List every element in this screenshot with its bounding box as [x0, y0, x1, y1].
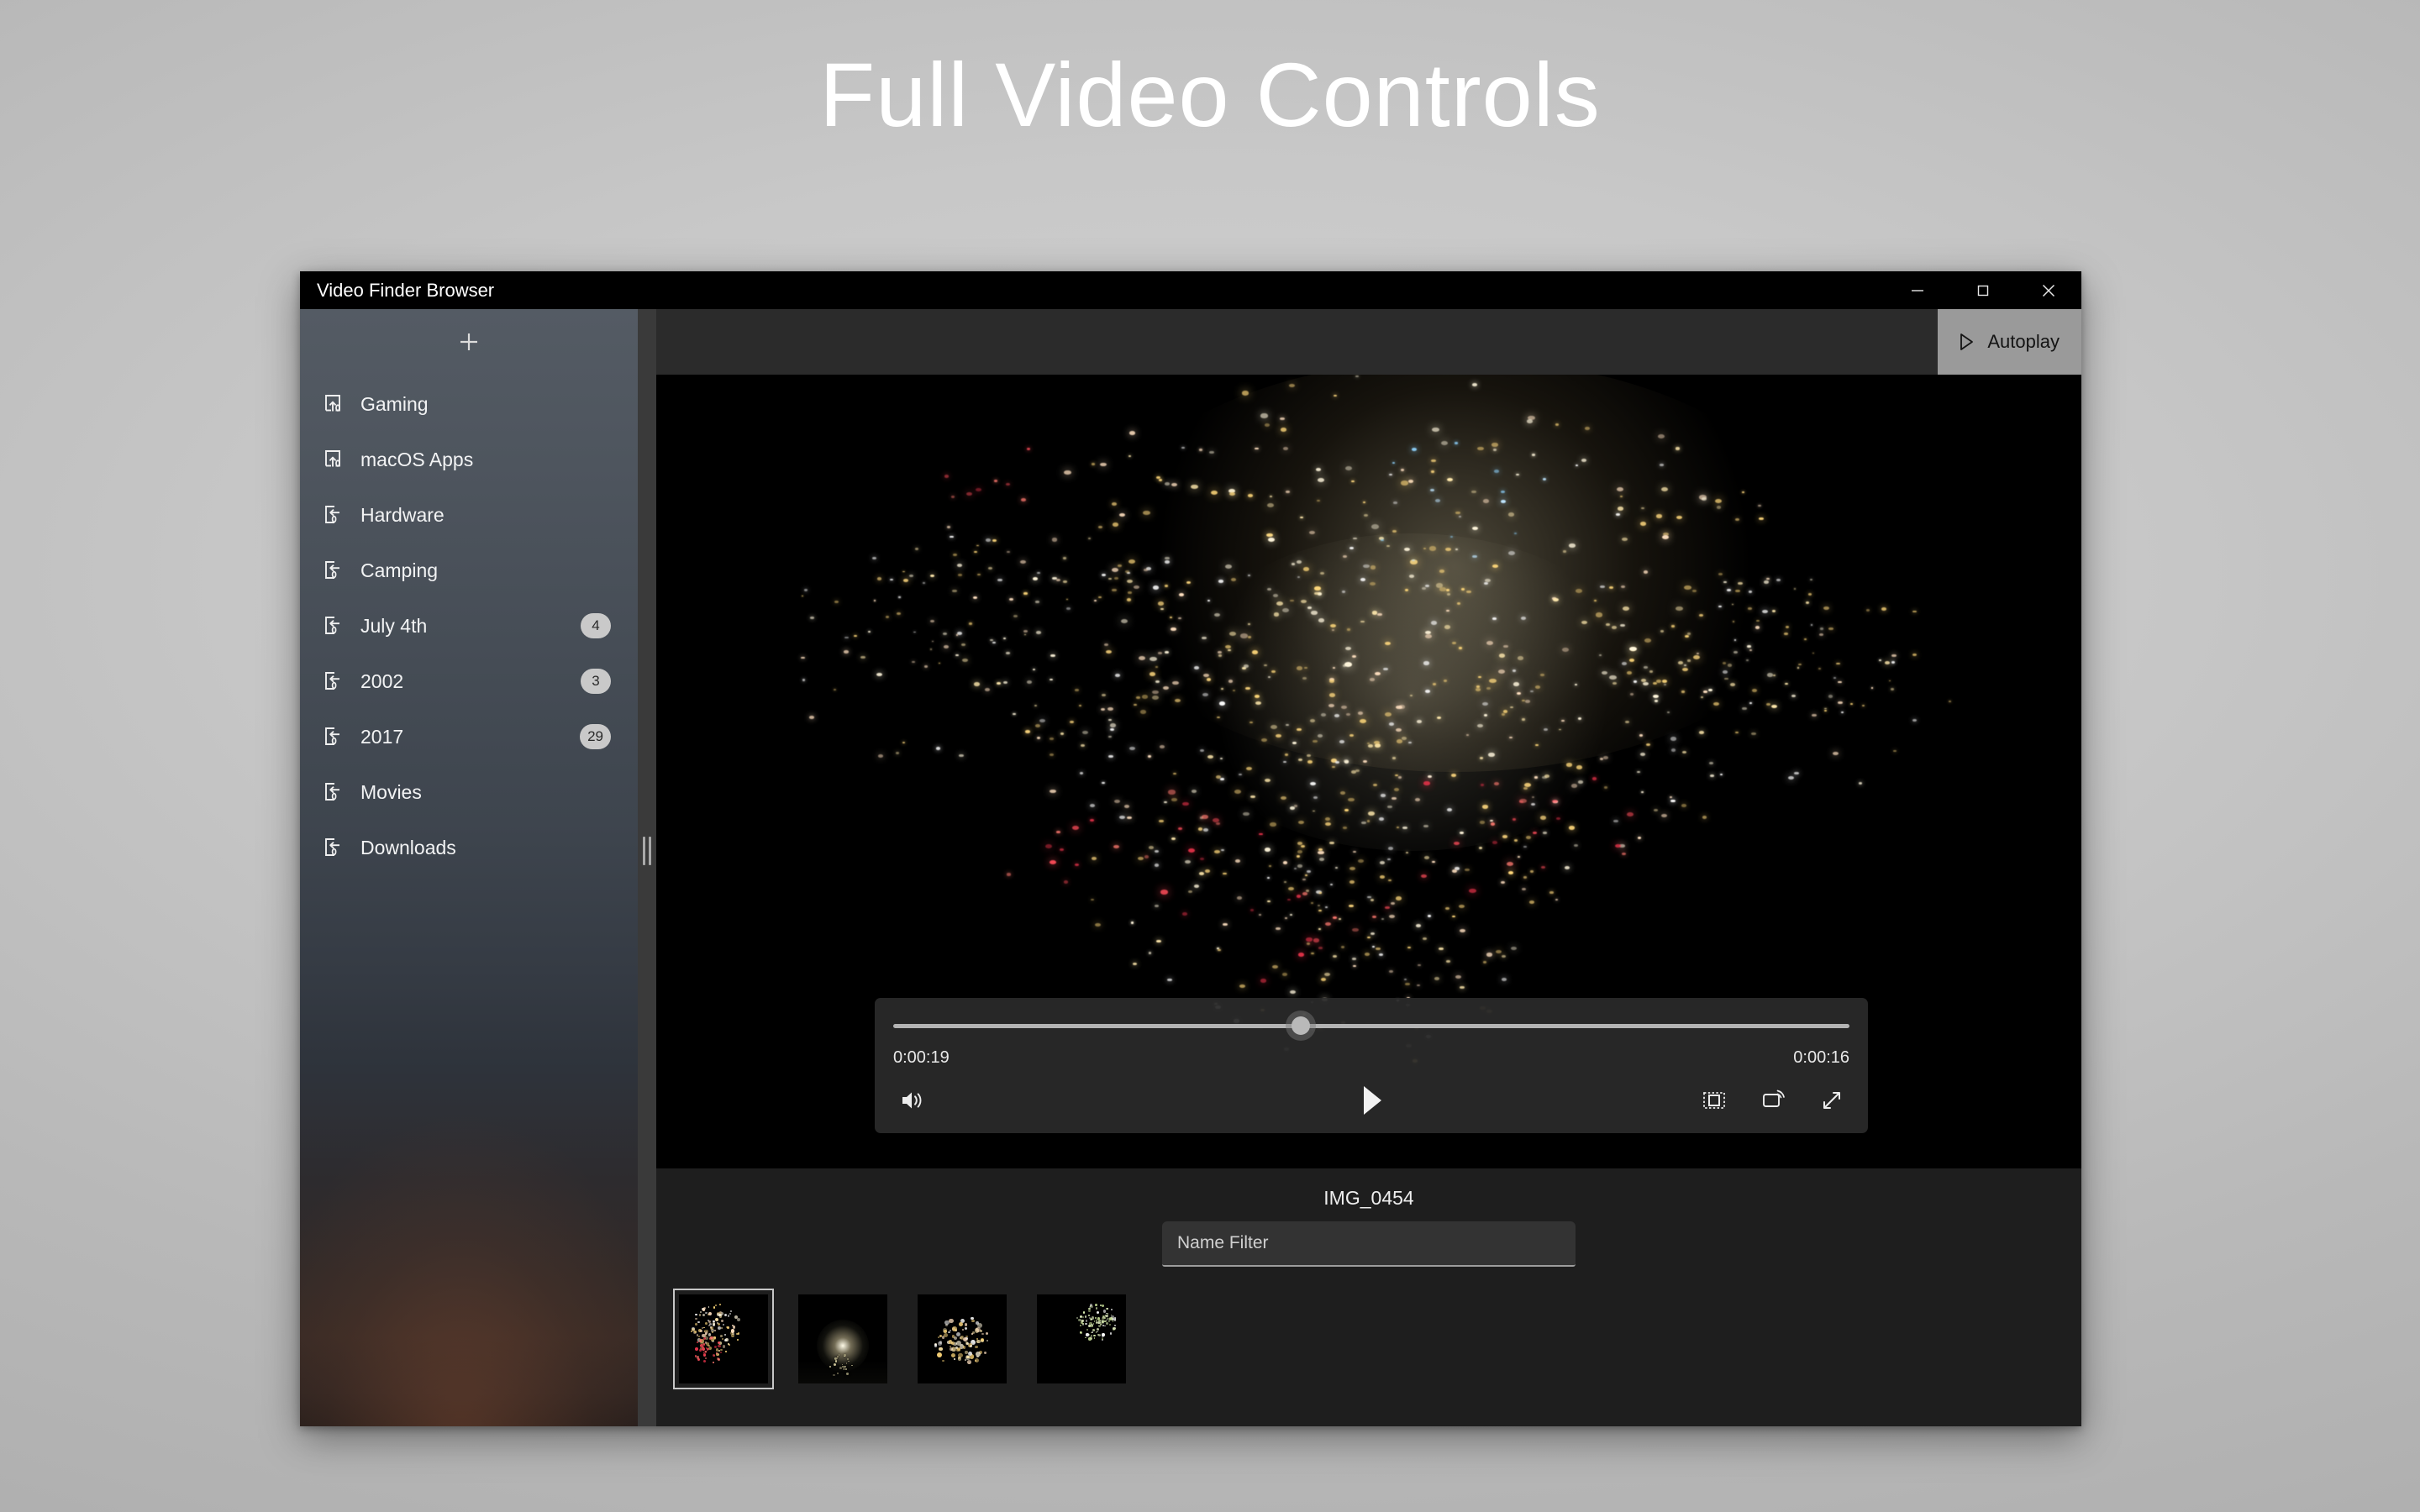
thumbnail-item[interactable] [673, 1289, 774, 1389]
thumbnail-item[interactable] [792, 1289, 893, 1389]
window-title: Video Finder Browser [317, 279, 495, 301]
sidebar-item-label: macOS Apps [360, 448, 474, 470]
sidebar-item-badge: 4 [581, 613, 611, 638]
main-panel: Autoplay 0:00:19 0:00:16 IMG_0454 Name F… [656, 309, 2081, 1426]
seek-thumb[interactable] [1291, 1016, 1310, 1035]
export-folder-icon [318, 445, 347, 474]
sidebar-item-label: Gaming [360, 392, 429, 415]
mini-player-button[interactable] [1697, 1083, 1732, 1118]
time-row: 0:00:19 0:00:16 [890, 1048, 1853, 1068]
window-controls [1885, 271, 2081, 309]
cast-button[interactable] [1755, 1083, 1791, 1118]
sidebar-item-2017[interactable]: 2017 29 [300, 709, 638, 764]
sidebar-item-july-4th[interactable]: July 4th 4 [300, 598, 638, 654]
sidebar-item-label: 2002 [360, 669, 404, 692]
sidebar-item-hardware[interactable]: Hardware [300, 487, 638, 543]
sidebar-item-gaming[interactable]: Gaming [300, 376, 638, 432]
title-bar: Video Finder Browser [300, 271, 2081, 309]
sidebar-item-movies[interactable]: Movies [300, 764, 638, 820]
plus-icon [460, 333, 477, 350]
sidebar-item-badge: 3 [581, 669, 611, 694]
minimize-button[interactable] [1885, 271, 1950, 309]
splitter-grip-icon [643, 837, 651, 865]
page-title: Full Video Controls [819, 44, 1601, 145]
current-time: 0:00:19 [893, 1048, 950, 1067]
import-folder-icon [318, 722, 347, 751]
minimize-icon [1912, 289, 1923, 291]
autoplay-label: Autoplay [1987, 331, 2060, 352]
sidebar-item-2002[interactable]: 2002 3 [300, 654, 638, 709]
thumbnail-item[interactable] [1031, 1289, 1132, 1389]
autoplay-button[interactable]: Autoplay [1938, 309, 2081, 375]
sidebar-item-badge: 29 [580, 724, 611, 749]
sidebar-item-label: July 4th [360, 614, 428, 637]
thumbnail-image [798, 1294, 887, 1383]
import-folder-icon [318, 556, 347, 585]
close-button[interactable] [2016, 271, 2081, 309]
name-filter-input[interactable] [1162, 1221, 1576, 1267]
player-right-buttons [1697, 1083, 1849, 1118]
fullscreen-button[interactable] [1814, 1083, 1849, 1118]
import-folder-icon [318, 833, 347, 862]
close-icon [2042, 284, 2055, 297]
media-filename: IMG_0454 [1323, 1187, 1414, 1209]
import-folder-icon [318, 778, 347, 806]
sidebar-item-label: Downloads [360, 836, 456, 858]
play-button[interactable] [1348, 1077, 1395, 1124]
sidebar: Gaming macOS Apps Hardware Camping July … [300, 309, 638, 1426]
video-stage[interactable]: 0:00:19 0:00:16 [656, 375, 2081, 1168]
play-icon [1364, 1086, 1381, 1115]
main-toolbar: Autoplay [656, 309, 2081, 375]
thumbnail-image [918, 1294, 1007, 1383]
thumbnail-image [679, 1294, 768, 1383]
cast-icon [1763, 1089, 1785, 1107]
sidebar-item-label: 2017 [360, 725, 404, 748]
thumbnail-image [1037, 1294, 1126, 1383]
player-buttons [890, 1081, 1853, 1120]
filter-row [656, 1221, 2081, 1267]
play-triangle-icon [1960, 333, 1974, 350]
app-window: Video Finder Browser Gaming macOS Apps H… [300, 271, 2081, 1426]
window-body: Gaming macOS Apps Hardware Camping July … [300, 309, 2081, 1426]
sidebar-item-label: Hardware [360, 503, 445, 526]
seek-bar[interactable] [893, 1016, 1849, 1035]
volume-icon [902, 1092, 922, 1109]
sidebar-splitter[interactable] [638, 309, 656, 1426]
thumbnail-strip [656, 1267, 2081, 1389]
thumbnail-item[interactable] [912, 1289, 1013, 1389]
sidebar-item-downloads[interactable]: Downloads [300, 820, 638, 875]
seek-track [893, 1024, 1849, 1028]
add-folder-button[interactable] [300, 309, 638, 375]
sidebar-list: Gaming macOS Apps Hardware Camping July … [300, 375, 638, 875]
maximize-button[interactable] [1950, 271, 2016, 309]
sidebar-item-camping[interactable]: Camping [300, 543, 638, 598]
import-folder-icon [318, 612, 347, 640]
remaining-time: 0:00:16 [1793, 1048, 1849, 1067]
sidebar-item-macos-apps[interactable]: macOS Apps [300, 432, 638, 487]
video-controls: 0:00:19 0:00:16 [875, 998, 1868, 1133]
sidebar-item-label: Movies [360, 780, 422, 803]
export-folder-icon [318, 390, 347, 418]
sidebar-item-label: Camping [360, 559, 439, 581]
volume-button[interactable] [893, 1081, 932, 1120]
import-folder-icon [318, 501, 347, 529]
import-folder-icon [318, 667, 347, 696]
mini-player-icon [1703, 1092, 1725, 1109]
fullscreen-icon [1823, 1092, 1840, 1109]
maximize-icon [1977, 285, 1989, 296]
